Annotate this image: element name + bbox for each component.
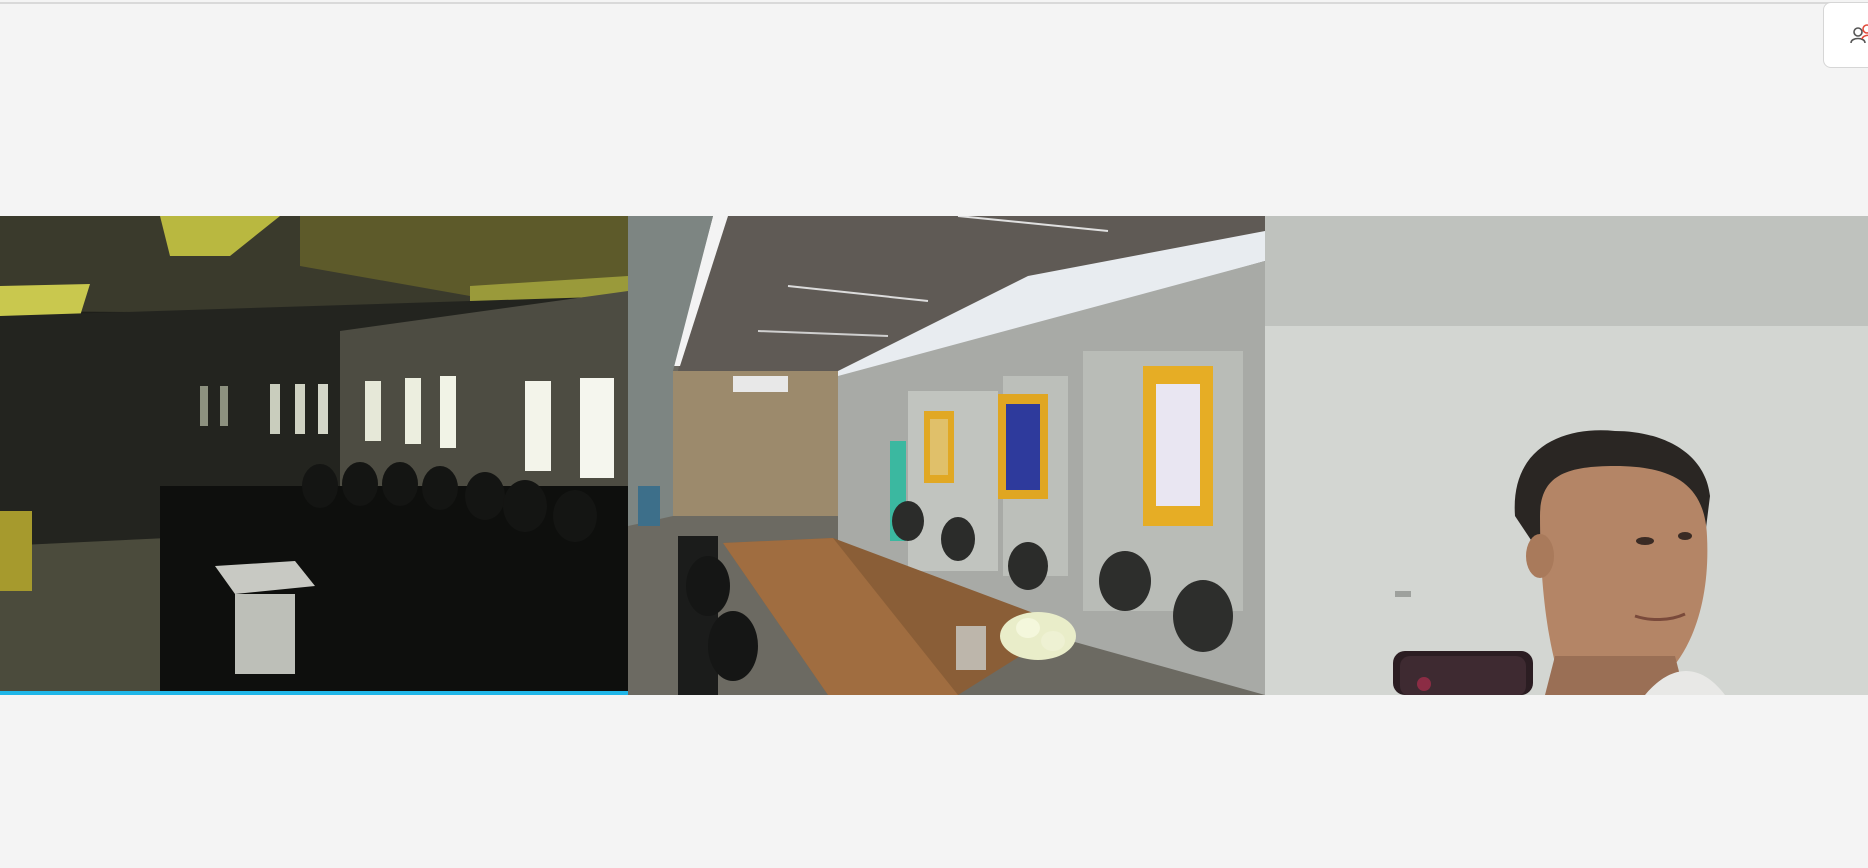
video-tile-3[interactable]: [1265, 216, 1868, 695]
participants-icon: [1850, 24, 1868, 44]
video-grid: [0, 216, 1868, 695]
video-feed-participant: [1265, 216, 1868, 695]
active-speaker-indicator: [0, 691, 628, 695]
video-tile-2[interactable]: [628, 216, 1265, 695]
video-feed-auditorium: [0, 216, 628, 695]
video-feed-meeting-room: [628, 216, 1265, 695]
top-divider: [0, 2, 1868, 4]
participants-button[interactable]: [1823, 2, 1868, 68]
video-tile-1[interactable]: [0, 216, 628, 695]
